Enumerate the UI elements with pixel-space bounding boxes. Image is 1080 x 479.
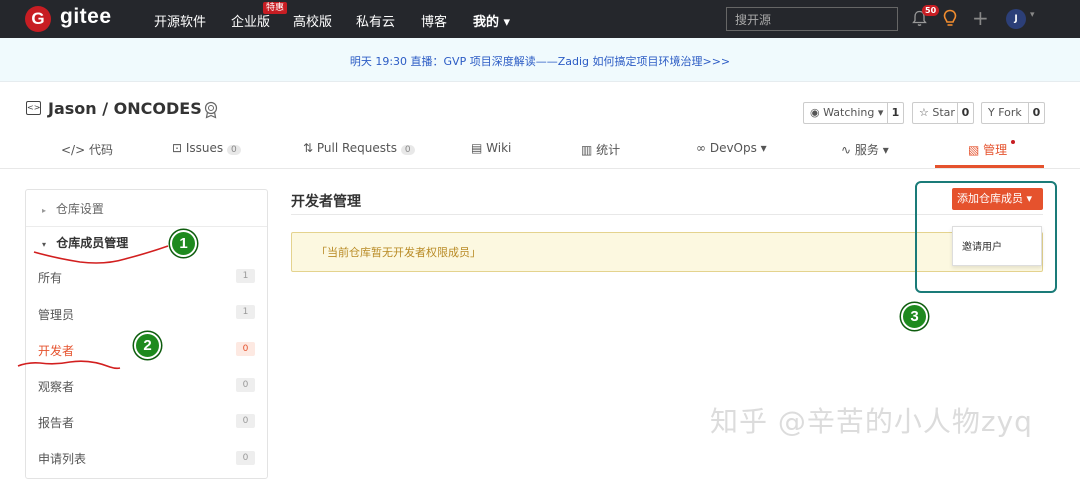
annotation-underline-2 xyxy=(17,360,121,370)
annotation-step-2: 2 xyxy=(134,332,161,359)
annotation-underline-1 xyxy=(33,245,169,264)
annotation-step-3: 3 xyxy=(901,303,928,330)
watermark: 知乎 @辛苦的小人物zyq xyxy=(710,405,1033,438)
annotation-step-1: 1 xyxy=(170,230,197,257)
annotation-highlight-box xyxy=(915,181,1057,293)
